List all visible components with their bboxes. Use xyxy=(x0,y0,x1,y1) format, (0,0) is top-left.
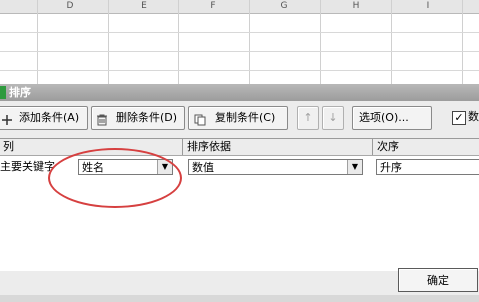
grid-line xyxy=(320,0,321,84)
grid-line xyxy=(0,70,479,71)
copy-condition-label: 复制条件(C) xyxy=(215,111,276,124)
grid-line xyxy=(0,32,479,33)
add-condition-button[interactable]: 添加条件(A) xyxy=(0,106,88,130)
header-order: 次序 xyxy=(377,140,399,153)
ok-button[interactable]: 确定 xyxy=(398,268,478,292)
copy-condition-button[interactable]: 复制条件(C) xyxy=(188,106,288,130)
dialog-bottom-edge xyxy=(0,295,479,302)
data-header-checkbox[interactable]: ✓ xyxy=(452,111,466,125)
grid-line xyxy=(249,0,250,84)
column-header-row: D E F G H I xyxy=(0,0,479,14)
column-header-h[interactable]: H xyxy=(346,0,366,13)
delete-condition-button[interactable]: 删除条件(D) xyxy=(91,106,185,130)
column-header-d[interactable]: D xyxy=(60,0,80,13)
grid-header: 列 排序依据 次序 xyxy=(0,139,479,156)
arrow-up-icon: ↑ xyxy=(303,111,313,124)
column-header-g[interactable]: G xyxy=(274,0,294,13)
dialog-titlebar[interactable]: 排序 xyxy=(0,84,479,101)
annotation-circle xyxy=(48,148,182,208)
spreadsheet-background: D E F G H I xyxy=(0,0,479,84)
move-down-button[interactable]: ↓ xyxy=(322,106,344,130)
chevron-down-icon[interactable]: ▼ xyxy=(347,160,362,174)
sort-on-select-value: 数值 xyxy=(192,161,214,174)
grid-line xyxy=(108,0,109,84)
data-header-checkbox-label: 数 xyxy=(468,110,479,123)
primary-key-label: 主要关键字 xyxy=(0,160,55,173)
header-sort-on: 排序依据 xyxy=(187,140,231,153)
grid-line xyxy=(391,0,392,84)
add-condition-label: 添加条件(A) xyxy=(19,111,80,124)
column-header-f[interactable]: F xyxy=(203,0,223,13)
options-label: 选项(O)... xyxy=(359,111,409,124)
grid-line xyxy=(178,0,179,84)
options-button[interactable]: 选项(O)... xyxy=(352,106,432,130)
order-select[interactable]: 升序 xyxy=(376,159,479,175)
arrow-down-icon: ↓ xyxy=(328,111,338,124)
grid-line xyxy=(0,51,479,52)
plus-icon xyxy=(1,112,13,125)
dialog-title: 排序 xyxy=(9,86,31,99)
app-icon xyxy=(0,86,6,99)
trash-icon xyxy=(96,112,108,126)
header-column: 列 xyxy=(3,140,14,153)
sort-on-select[interactable]: 数值 ▼ xyxy=(188,159,363,175)
header-separator xyxy=(182,139,183,155)
order-select-value: 升序 xyxy=(380,161,402,174)
move-up-button[interactable]: ↑ xyxy=(297,106,319,130)
grid-line xyxy=(462,0,463,84)
header-separator xyxy=(372,139,373,155)
dialog-toolbar: 添加条件(A) 删除条件(D) 复制条件(C) ↑ ↓ 选项(O)... ✓ 数 xyxy=(0,106,479,132)
column-header-i[interactable]: I xyxy=(418,0,438,13)
grid-line xyxy=(37,0,38,84)
column-header-e[interactable]: E xyxy=(134,0,154,13)
delete-condition-label: 删除条件(D) xyxy=(116,111,178,124)
copy-icon xyxy=(194,112,206,126)
